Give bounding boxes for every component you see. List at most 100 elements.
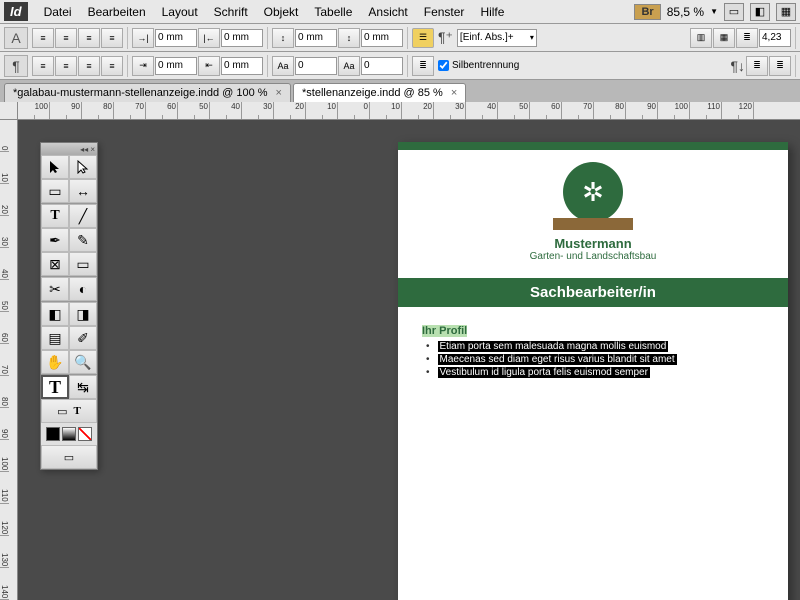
list-item[interactable]: •Etiam porta sem malesuada magna mollis … <box>422 341 764 352</box>
baseline-icon[interactable]: ≣ <box>736 28 758 48</box>
menu-type[interactable]: Schrift <box>206 1 256 23</box>
type-tool[interactable]: T <box>41 204 69 228</box>
note-tool[interactable]: ▤ <box>41 326 69 350</box>
panel-collapse-icon[interactable]: ◂◂ × <box>41 143 97 155</box>
view-mode-normal[interactable]: ▭ <box>41 445 97 469</box>
menu-table[interactable]: Tabelle <box>306 1 360 23</box>
apply-color-swatch[interactable] <box>46 427 60 441</box>
default-fill-stroke[interactable]: ↹ <box>69 375 97 399</box>
gradient-feather-tool[interactable]: ◨ <box>69 302 97 326</box>
fill-stroke-toggle[interactable]: T <box>41 375 69 399</box>
page-tool[interactable]: ▭ <box>41 179 69 203</box>
bridge-button[interactable]: Br <box>634 4 660 20</box>
menu-help[interactable]: Hilfe <box>472 1 512 23</box>
free-transform-tool[interactable]: ◐ <box>69 277 97 301</box>
justify-full-icon[interactable]: ≡ <box>101 56 123 76</box>
ruler-tick: 70 <box>114 102 146 119</box>
align-left-icon[interactable]: ≡ <box>32 28 54 48</box>
tab-doc-2[interactable]: *stellenanzeige.indd @ 85 % × <box>293 83 466 102</box>
ruler-tick: 40 <box>466 102 498 119</box>
gap-tool[interactable]: ↔ <box>69 179 97 203</box>
list-item[interactable]: •Maecenas sed diam eget risus varius bla… <box>422 354 764 365</box>
ruler-tick: 100 <box>18 102 50 119</box>
bullets-numbering-icon[interactable]: ☰ <box>412 28 434 48</box>
pen-tool[interactable]: ✒ <box>41 228 69 252</box>
canvas[interactable]: ◂◂ × ▭ ↔ T ╱ ✒ ✎ ⊠ ▭ ✂ ◐ ◧ ◨ ▤ ✐ <box>18 120 800 600</box>
indent-right-input[interactable] <box>221 29 263 47</box>
zoom-dropdown[interactable]: 85,5 %▼ <box>667 5 718 19</box>
menu-edit[interactable]: Bearbeiten <box>80 1 154 23</box>
job-title-bar: Sachbearbeiter/in <box>398 278 788 307</box>
document-page[interactable]: ✲ Mustermann Garten- und Landschaftsbau … <box>398 142 788 600</box>
first-line-indent-icon: ⇥ <box>132 56 154 76</box>
align-right-icon[interactable]: ≡ <box>78 28 100 48</box>
scissors-tool[interactable]: ✂ <box>41 277 69 301</box>
space-before-input[interactable] <box>295 29 337 47</box>
rectangle-frame-tool[interactable]: ⊠ <box>41 252 69 276</box>
content-area[interactable]: Ihr Profil •Etiam porta sem malesuada ma… <box>398 317 788 388</box>
arrange-icon[interactable]: ▦ <box>776 3 796 21</box>
ruler-origin[interactable] <box>0 102 18 120</box>
view-mode-icon[interactable]: ▭ <box>724 3 744 21</box>
num-input[interactable] <box>759 29 791 47</box>
ruler-tick: 60 <box>146 102 178 119</box>
baseline-grid-icon[interactable]: ≣ <box>746 56 768 76</box>
control-bar-2: ¶ ≡ ≡ ≡ ≡ ⇥ ⇤ Aa Aa ≣ Silbentrennung ¶↓ … <box>0 52 800 80</box>
close-icon[interactable]: × <box>451 87 457 99</box>
hyphenation-checkbox[interactable]: Silbentrennung <box>438 60 519 71</box>
hyphenation-input[interactable] <box>438 60 449 71</box>
ruler-tick: 90 <box>626 102 658 119</box>
ruler-tick: 110 <box>690 102 722 119</box>
app-logo: Id <box>4 2 28 21</box>
para-style-dropdown[interactable]: [Einf. Abs.]+ <box>457 29 537 47</box>
drop-cap-chars-icon: Aa <box>338 56 360 76</box>
ruler-vertical[interactable]: 0102030405060708090100110120130140 <box>0 120 18 600</box>
apply-gradient-swatch[interactable] <box>62 427 76 441</box>
indent-left-input[interactable] <box>155 29 197 47</box>
first-line-input[interactable] <box>155 57 197 75</box>
pencil-tool[interactable]: ✎ <box>69 228 97 252</box>
justify-center-icon[interactable]: ≡ <box>55 56 77 76</box>
justify-left-icon[interactable]: ≡ <box>32 56 54 76</box>
columns-icon[interactable]: ▥ <box>690 28 712 48</box>
align-center-icon[interactable]: ≡ <box>55 28 77 48</box>
space-after-input[interactable] <box>361 29 403 47</box>
apply-none-swatch[interactable] <box>78 427 92 441</box>
list-icon[interactable]: ≣ <box>412 56 434 76</box>
close-icon[interactable]: × <box>276 87 282 99</box>
justify-right-icon[interactable]: ≡ <box>78 56 100 76</box>
menu-view[interactable]: Ansicht <box>360 1 415 23</box>
selection-tool[interactable] <box>41 155 69 179</box>
span-columns-icon[interactable]: ▦ <box>713 28 735 48</box>
ruler-tick: 70 <box>562 102 594 119</box>
eyedropper-tool[interactable]: ✐ <box>69 326 97 350</box>
drop-cap-lines-input[interactable] <box>295 57 337 75</box>
menu-file[interactable]: Datei <box>36 1 80 23</box>
hand-tool[interactable]: ✋ <box>41 350 69 374</box>
menu-layout[interactable]: Layout <box>154 1 206 23</box>
menu-object[interactable]: Objekt <box>256 1 307 23</box>
ruler-tick: 90 <box>0 408 9 440</box>
char-format-toggle[interactable]: A <box>4 27 28 49</box>
no-baseline-icon[interactable]: ≣ <box>769 56 791 76</box>
last-line-input[interactable] <box>221 57 263 75</box>
gradient-swatch-tool[interactable]: ◧ <box>41 302 69 326</box>
ruler-tick: 10 <box>306 102 338 119</box>
line-tool[interactable]: ╱ <box>69 204 97 228</box>
screen-mode-icon[interactable]: ◧ <box>750 3 770 21</box>
align-justify-icon[interactable]: ≡ <box>101 28 123 48</box>
para-format-toggle[interactable]: ¶ <box>4 55 28 77</box>
zoom-tool[interactable]: 🔍 <box>69 350 97 374</box>
direct-selection-tool[interactable] <box>69 155 97 179</box>
ruler-horizontal[interactable]: 1009080706050403020100102030405060708090… <box>18 102 800 120</box>
tab-doc-1[interactable]: *galabau-mustermann-stellenanzeige.indd … <box>4 83 291 102</box>
list-item[interactable]: •Vestibulum id ligula porta felis euismo… <box>422 367 764 378</box>
format-container-icon[interactable]: ▭ T <box>41 399 97 423</box>
drop-cap-chars-input[interactable] <box>361 57 403 75</box>
list-text: Vestibulum id ligula porta felis euismod… <box>438 367 650 378</box>
pilcrow-icon-2: ¶↓ <box>730 58 745 74</box>
ruler-tick: 40 <box>210 102 242 119</box>
rectangle-tool[interactable]: ▭ <box>69 252 97 276</box>
menu-window[interactable]: Fenster <box>416 1 473 23</box>
space-after-icon: ↕ <box>338 28 360 48</box>
